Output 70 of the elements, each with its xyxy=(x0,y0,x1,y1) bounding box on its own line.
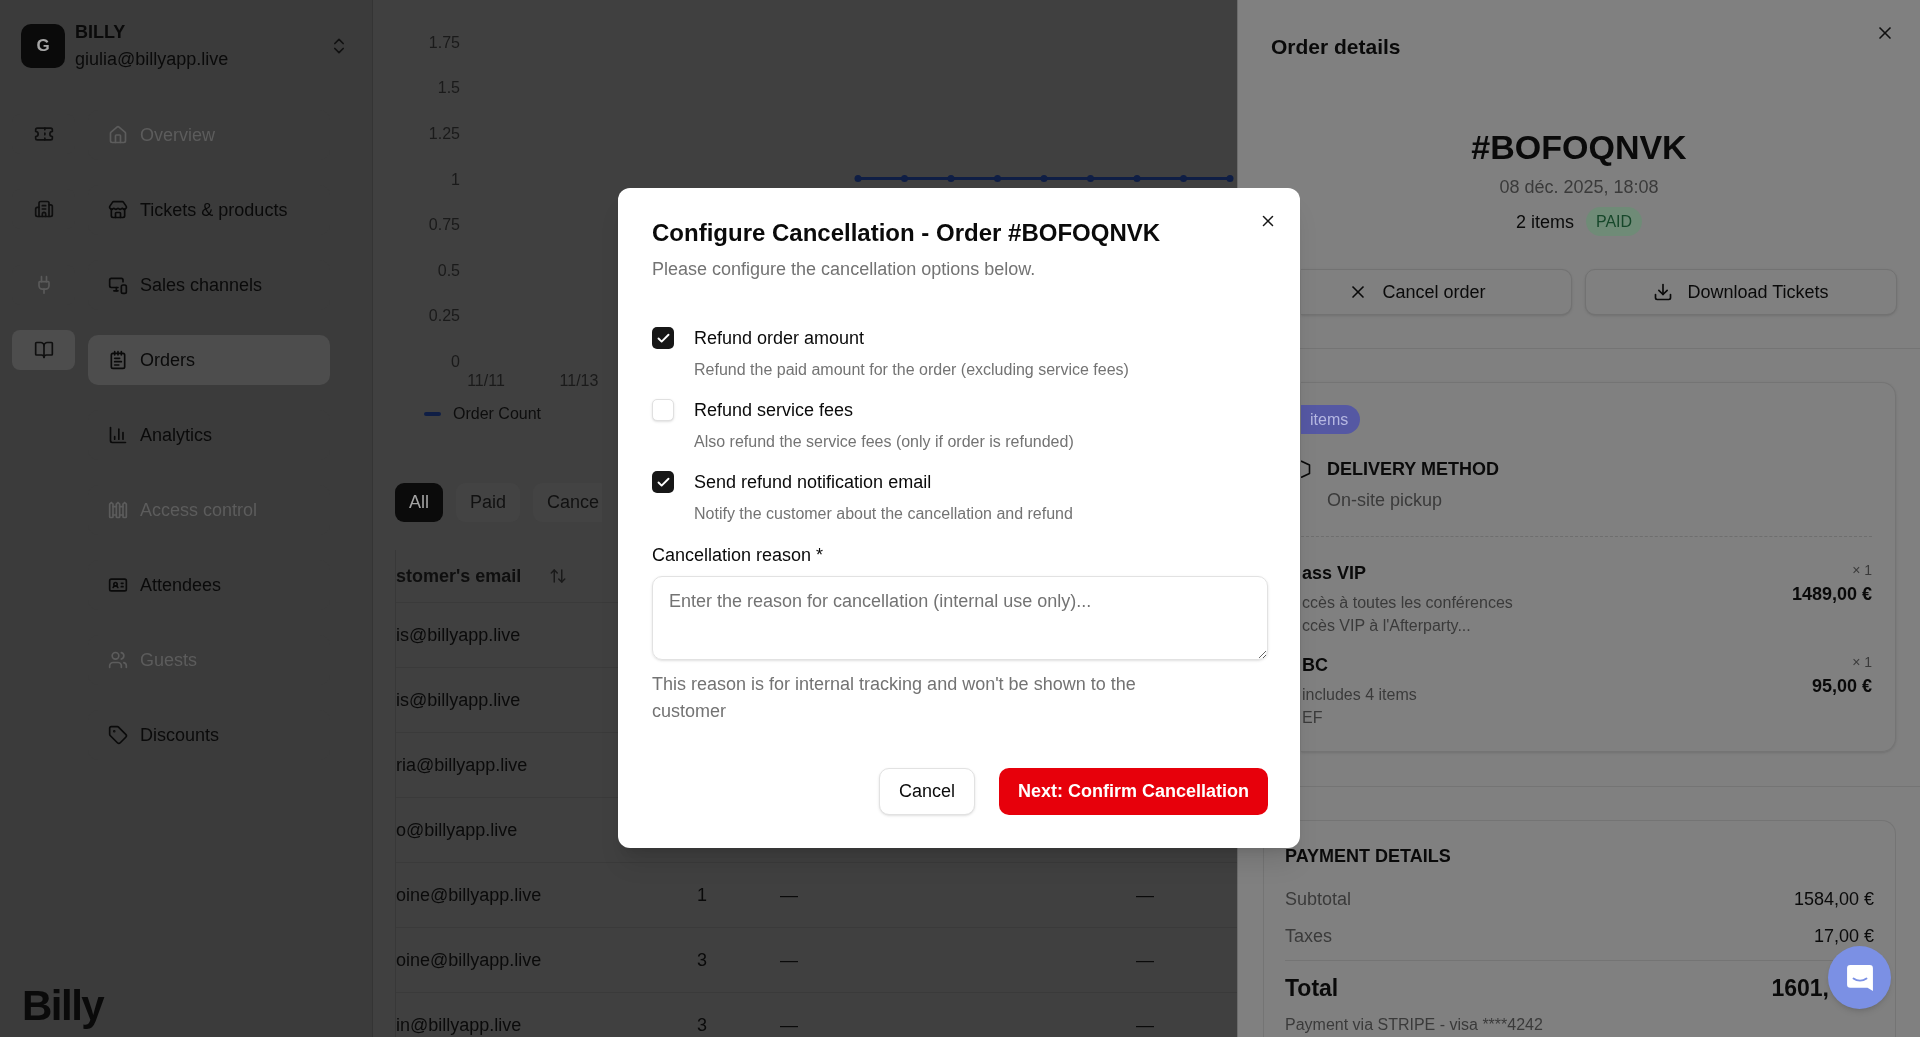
payment-value: 1584,00 € xyxy=(1793,888,1874,911)
option-label: Send refund notification email xyxy=(694,471,933,494)
table-cell: — xyxy=(780,1014,798,1035)
product-name: ass VIP xyxy=(1302,562,1368,585)
product-name: BC xyxy=(1302,654,1329,677)
id-card-icon xyxy=(108,575,128,595)
delivery-method: On-site pickup xyxy=(1327,489,1444,512)
payment-method-note: Payment via STRIPE - visa ****4242 xyxy=(1285,1015,1544,1035)
dialog-subtitle: Please configure the cancellation options below. xyxy=(652,258,1037,281)
devices-icon xyxy=(108,275,128,295)
confirm-button[interactable]: Next: Confirm Cancellation xyxy=(998,768,1268,815)
checkbox[interactable] xyxy=(652,471,674,493)
product-quantity: × 1 xyxy=(1852,561,1872,579)
order-date: 08 déc. 2025, 18:08 xyxy=(1499,176,1659,199)
dialog-title: Configure Cancellation - Order #BOFOQNVK xyxy=(652,218,1161,248)
product-quantity: × 1 xyxy=(1852,653,1872,671)
items-count: 2 items xyxy=(1515,210,1574,234)
sort-icon[interactable] xyxy=(549,567,568,585)
payment-heading: PAYMENT DETAILS xyxy=(1285,845,1452,868)
delivery-heading: DELIVERY METHOD xyxy=(1327,458,1500,481)
option-label: Refund service fees xyxy=(694,399,855,422)
panel-title: Order details xyxy=(1271,34,1401,60)
product-price: 1489,00 € xyxy=(1791,583,1872,606)
option-label: Refund order amount xyxy=(694,327,866,350)
total-label: Total xyxy=(1285,974,1339,1003)
download-icon xyxy=(1653,282,1674,302)
store-icon xyxy=(108,200,128,220)
tag-icon xyxy=(108,725,128,745)
checkbox[interactable] xyxy=(652,327,674,349)
product-detail: ccès VIP à l'Afterparty... xyxy=(1302,616,1472,636)
order-number: #BOFOQNVK xyxy=(1471,127,1687,167)
table-cell: — xyxy=(1136,884,1154,905)
action-button[interactable]: Cancel order xyxy=(1301,269,1572,315)
option-description: Notify the customer about the cancellation and refund xyxy=(694,504,1073,524)
rail-button[interactable] xyxy=(12,330,75,370)
table-cell: — xyxy=(1136,949,1154,970)
avatar: G xyxy=(21,24,65,68)
option-description: Refund the paid amount for the order (excluding service fees) xyxy=(694,360,1129,380)
payment-value: 17,00 € xyxy=(1813,925,1874,948)
box-icon xyxy=(1301,460,1311,478)
items-badge: items xyxy=(1301,405,1361,434)
reason-field[interactable]: Enter the reason for cancellation (internal use only)... xyxy=(652,576,1268,660)
product-price: 95,00 € xyxy=(1811,675,1872,698)
product-detail: ccès à toutes les conférences xyxy=(1302,593,1513,613)
bar-chart-icon xyxy=(108,425,128,445)
house-icon xyxy=(108,125,128,145)
total-value: 1601, xyxy=(1771,974,1829,1003)
filter-tab[interactable]: All xyxy=(395,483,443,522)
checkbox[interactable] xyxy=(652,399,674,421)
action-button[interactable]: Download Tickets xyxy=(1585,269,1897,315)
notepad-icon xyxy=(108,350,128,370)
product-detail: EF xyxy=(1302,708,1324,728)
book-icon xyxy=(33,340,54,360)
cancel-button[interactable]: Cancel xyxy=(878,768,975,815)
payment-label: Taxes xyxy=(1285,925,1333,948)
payment-label: Subtotal xyxy=(1285,888,1352,911)
table-cell: — xyxy=(780,949,798,970)
product-detail: includes 4 items xyxy=(1302,685,1417,705)
table-cell: — xyxy=(780,884,798,905)
field-help-text: This reason is for internal tracking and won't be shown to the customer xyxy=(652,673,1137,723)
users-icon xyxy=(108,650,128,670)
table-cell: — xyxy=(1136,1014,1154,1035)
chat-icon xyxy=(1845,963,1874,992)
building-icon xyxy=(33,199,54,219)
field-label: Cancellation reason * xyxy=(652,544,825,567)
ticket-icon xyxy=(33,124,54,144)
status-badge: PAID xyxy=(1585,207,1643,236)
fence-icon xyxy=(108,500,128,520)
option-description: Also refund the service fees (only if order is refunded) xyxy=(694,432,1074,452)
nav-item[interactable]: Orders xyxy=(88,335,330,385)
